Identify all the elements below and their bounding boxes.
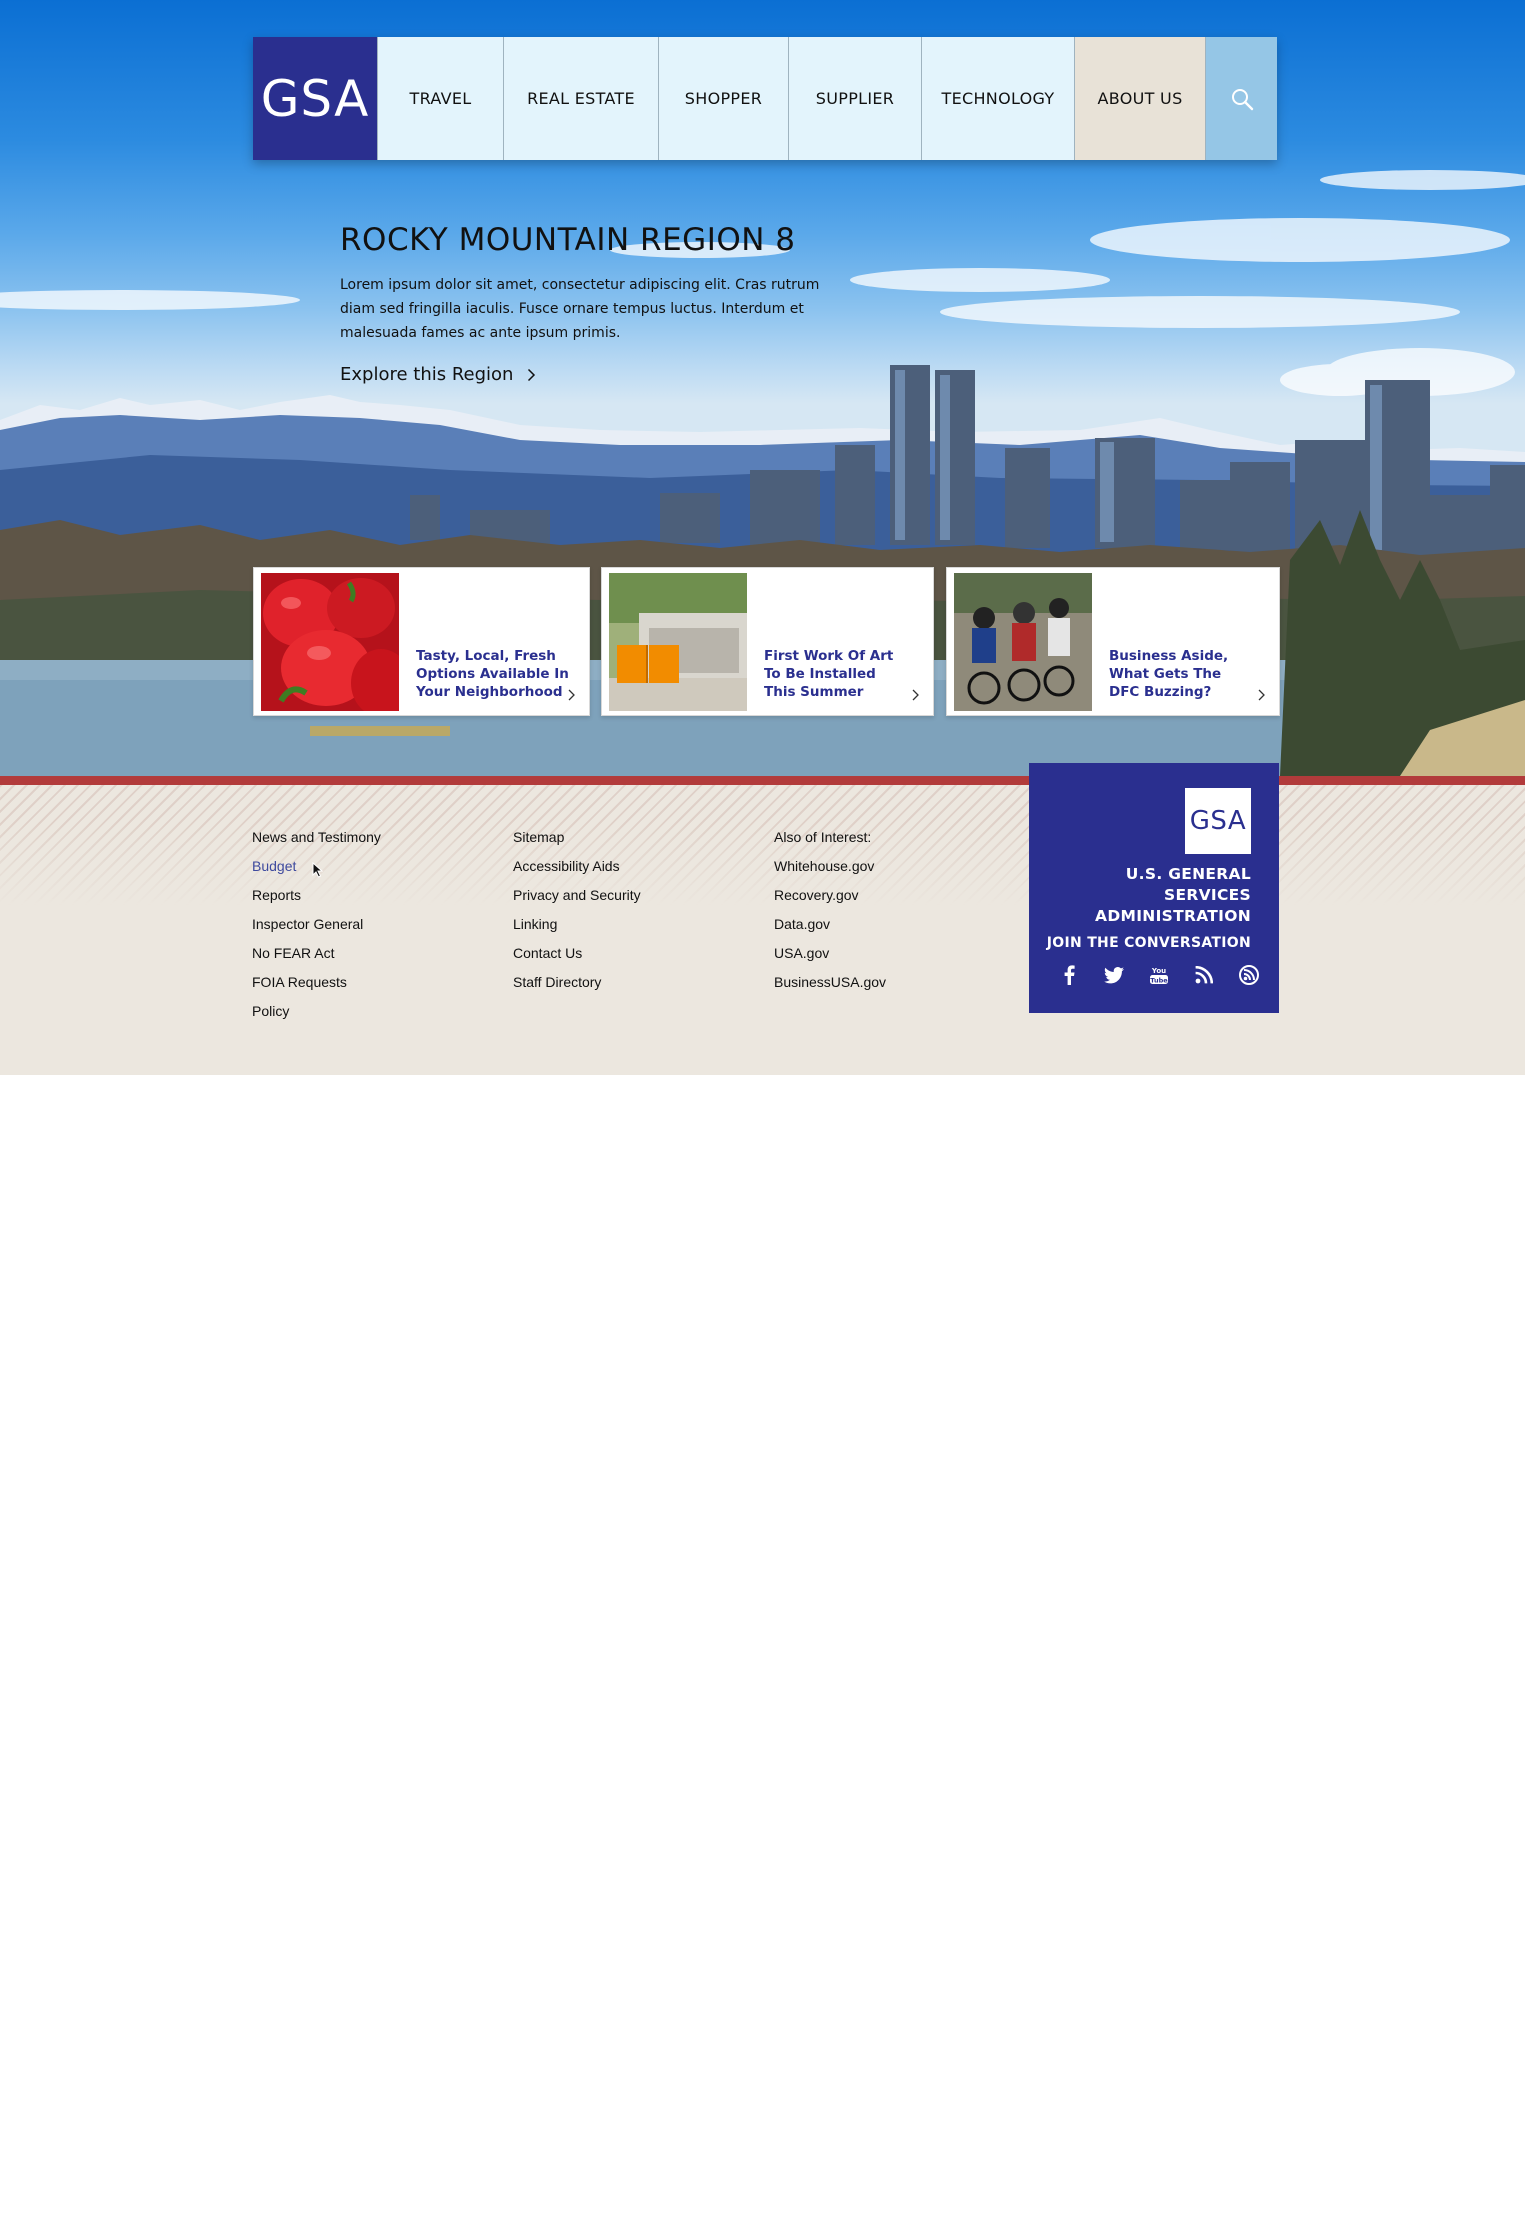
hero-title: ROCKY MOUNTAIN REGION 8 xyxy=(340,222,796,258)
gsa-logo[interactable]: GSA xyxy=(253,37,377,160)
facebook-icon[interactable] xyxy=(1059,965,1079,985)
footer-link-linking[interactable]: Linking xyxy=(513,916,641,945)
card-art-text: First Work Of Art To Be Installed This S… xyxy=(764,648,894,700)
feature-card-art[interactable]: First Work Of Art To Be Installed This S… xyxy=(601,567,934,716)
twitter-icon[interactable] xyxy=(1104,965,1124,985)
hero-banner: GSA TRAVEL REAL ESTATE SHOPPER SUPPLIER … xyxy=(0,0,1525,776)
card-cyclists-text: Business Aside, What Gets The DFC Buzzin… xyxy=(1109,648,1229,700)
footer-link-privacy[interactable]: Privacy and Security xyxy=(513,887,641,916)
footer-link-policy[interactable]: Policy xyxy=(252,1003,381,1032)
gsa-info-box: GSA U.S. GENERAL SERVICES ADMINISTRATION… xyxy=(1029,763,1279,1013)
nav-item-travel[interactable]: TRAVEL xyxy=(377,37,503,160)
svg-text:You: You xyxy=(1151,967,1166,975)
explore-region-link[interactable]: Explore this Region xyxy=(340,364,536,385)
footer-stripe-pattern xyxy=(0,785,1525,905)
hero-description: Lorem ipsum dolor sit amet, consectetur … xyxy=(340,277,820,341)
blog-icon[interactable] xyxy=(1239,965,1259,985)
main-navigation: GSA TRAVEL REAL ESTATE SHOPPER SUPPLIER … xyxy=(253,37,1277,160)
cyclists-image xyxy=(954,573,1092,711)
footer-link-data[interactable]: Data.gov xyxy=(774,916,886,945)
footer-link-recovery[interactable]: Recovery.gov xyxy=(774,887,886,916)
footer-link-no-fear-act[interactable]: No FEAR Act xyxy=(252,945,381,974)
footer-link-inspector-general[interactable]: Inspector General xyxy=(252,916,381,945)
chevron-right-icon xyxy=(528,368,536,381)
footer-links-column-3: Also of Interest: Whitehouse.gov Recover… xyxy=(774,829,886,1003)
feature-card-peppers[interactable]: Tasty, Local, Fresh Options Available In… xyxy=(253,567,590,716)
nav-item-technology[interactable]: TECHNOLOGY xyxy=(921,37,1074,160)
explore-region-label: Explore this Region xyxy=(340,364,514,385)
footer-link-contact[interactable]: Contact Us xyxy=(513,945,641,974)
nav-item-supplier[interactable]: SUPPLIER xyxy=(788,37,921,160)
feature-card-cyclists[interactable]: Business Aside, What Gets The DFC Buzzin… xyxy=(946,567,1280,716)
footer-accent-bar xyxy=(0,776,1525,785)
agency-name: U.S. GENERAL SERVICES ADMINISTRATION xyxy=(1041,864,1251,927)
footer-link-news[interactable]: News and Testimony xyxy=(252,829,381,858)
nav-item-real-estate[interactable]: REAL ESTATE xyxy=(503,37,658,160)
footer-links-column-2: Sitemap Accessibility Aids Privacy and S… xyxy=(513,829,641,1003)
footer-links-column-1: News and Testimony Budget Reports Inspec… xyxy=(252,829,381,1032)
art-installation-image xyxy=(609,573,747,711)
social-links: You Tube xyxy=(1059,965,1259,985)
agency-name-line-2: ADMINISTRATION xyxy=(1095,907,1251,925)
search-icon xyxy=(1231,88,1253,110)
search-button[interactable] xyxy=(1205,37,1277,160)
gsa-small-logo[interactable]: GSA xyxy=(1185,788,1251,854)
footer-heading-also-of-interest: Also of Interest: xyxy=(774,829,872,845)
join-conversation-label: JOIN THE CONVERSATION xyxy=(1046,935,1251,951)
footer-link-businessusa[interactable]: BusinessUSA.gov xyxy=(774,974,886,1003)
gsa-small-logo-text: GSA xyxy=(1189,806,1247,836)
svg-text:Tube: Tube xyxy=(1150,977,1168,985)
mouse-cursor-icon xyxy=(312,862,323,878)
youtube-icon[interactable]: You Tube xyxy=(1149,965,1169,985)
footer-link-sitemap[interactable]: Sitemap xyxy=(513,829,641,858)
footer-link-foia[interactable]: FOIA Requests xyxy=(252,974,381,1003)
footer: News and Testimony Budget Reports Inspec… xyxy=(0,785,1525,1075)
footer-link-reports[interactable]: Reports xyxy=(252,887,381,916)
footer-link-usa[interactable]: USA.gov xyxy=(774,945,886,974)
chevron-right-icon xyxy=(1258,689,1265,701)
chevron-right-icon xyxy=(912,689,919,701)
chevron-right-icon xyxy=(568,689,575,701)
peppers-image xyxy=(261,573,399,711)
card-peppers-text: Tasty, Local, Fresh Options Available In… xyxy=(416,648,569,700)
rss-icon[interactable] xyxy=(1194,965,1214,985)
footer-link-staff-directory[interactable]: Staff Directory xyxy=(513,974,641,1003)
gsa-logo-text: GSA xyxy=(260,69,370,128)
nav-item-shopper[interactable]: SHOPPER xyxy=(658,37,788,160)
footer-link-whitehouse[interactable]: Whitehouse.gov xyxy=(774,858,886,887)
agency-name-line-1: U.S. GENERAL SERVICES xyxy=(1125,865,1251,904)
footer-link-accessibility[interactable]: Accessibility Aids xyxy=(513,858,641,887)
nav-item-about-us[interactable]: ABOUT US xyxy=(1074,37,1205,160)
